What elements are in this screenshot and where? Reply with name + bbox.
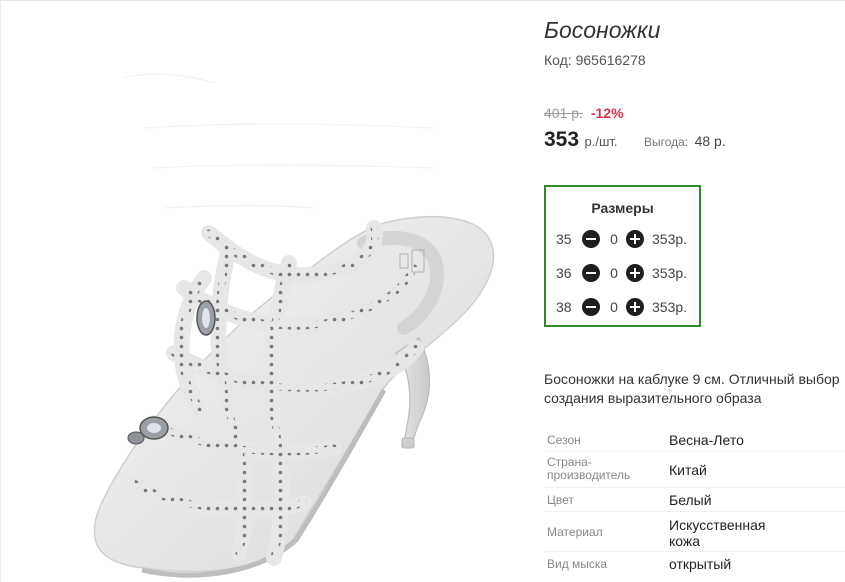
spec-divider bbox=[544, 511, 845, 512]
code-label: Код: bbox=[544, 52, 572, 68]
spec-label: Материал bbox=[547, 525, 603, 539]
discount-badge: -12% bbox=[590, 105, 624, 121]
product-image[interactable] bbox=[24, 18, 524, 582]
price-row: 353 р./шт. Выгода: 48 р. bbox=[544, 128, 726, 152]
spec-divider bbox=[544, 451, 845, 452]
left-divider bbox=[0, 0, 1, 582]
spec-value: открытый bbox=[669, 556, 732, 572]
code-value: 965616278 bbox=[575, 52, 646, 68]
old-price: 401 р. bbox=[544, 105, 583, 121]
size-row-38: 38 0 353р. bbox=[556, 298, 696, 318]
minus-circle-icon[interactable] bbox=[582, 298, 600, 316]
spec-label: Сезон bbox=[547, 433, 581, 447]
spec-value: Белый bbox=[669, 492, 712, 508]
quantity-value: 0 bbox=[610, 299, 618, 315]
size-price: 353р. bbox=[652, 231, 688, 247]
sizes-title: Размеры bbox=[591, 200, 654, 216]
size-label: 38 bbox=[556, 299, 572, 315]
product-title: Босоножки bbox=[544, 17, 661, 43]
spec-value: Искусственная кожа bbox=[669, 517, 766, 549]
size-row-36: 36 0 353р. bbox=[556, 264, 696, 284]
savings-value: 48 р. bbox=[694, 133, 726, 149]
price-unit: р./шт. bbox=[584, 134, 618, 149]
spec-divider bbox=[544, 551, 845, 552]
spec-label: Вид мыска bbox=[547, 557, 608, 571]
product-description: Босоножки на каблуке 9 см. Отличный выбо… bbox=[544, 371, 840, 406]
spec-label: Страна-производитель bbox=[547, 455, 631, 482]
minus-circle-icon[interactable] bbox=[582, 264, 600, 282]
size-row-35: 35 0 353р. bbox=[556, 230, 696, 250]
quantity-value: 0 bbox=[610, 231, 618, 247]
spec-divider bbox=[544, 487, 845, 488]
product-code: Код: 965616278 bbox=[544, 52, 646, 68]
size-price: 353р. bbox=[652, 299, 688, 315]
spec-label: Цвет bbox=[547, 493, 574, 507]
plus-circle-icon[interactable] bbox=[626, 264, 644, 282]
plus-circle-icon[interactable] bbox=[626, 298, 644, 316]
old-price-row: 401 р. -12% bbox=[544, 105, 624, 121]
minus-circle-icon[interactable] bbox=[582, 230, 600, 248]
spec-value: Весна-Лето bbox=[669, 432, 744, 448]
product-info: Босоножки Код: 965616278 401 р. -12% 353… bbox=[544, 0, 845, 582]
spec-value: Китай bbox=[669, 462, 707, 478]
savings-label: Выгода: bbox=[643, 135, 689, 149]
current-price: 353 bbox=[544, 128, 580, 151]
quantity-value: 0 bbox=[610, 265, 618, 281]
size-label: 35 bbox=[556, 231, 572, 247]
size-label: 36 bbox=[556, 265, 572, 281]
size-price: 353р. bbox=[652, 265, 688, 281]
sizes-panel: Размеры 35 0 353р. 36 0 353р. 38 0 353р. bbox=[544, 185, 701, 327]
plus-circle-icon[interactable] bbox=[626, 230, 644, 248]
sandal-illustration bbox=[93, 73, 495, 578]
